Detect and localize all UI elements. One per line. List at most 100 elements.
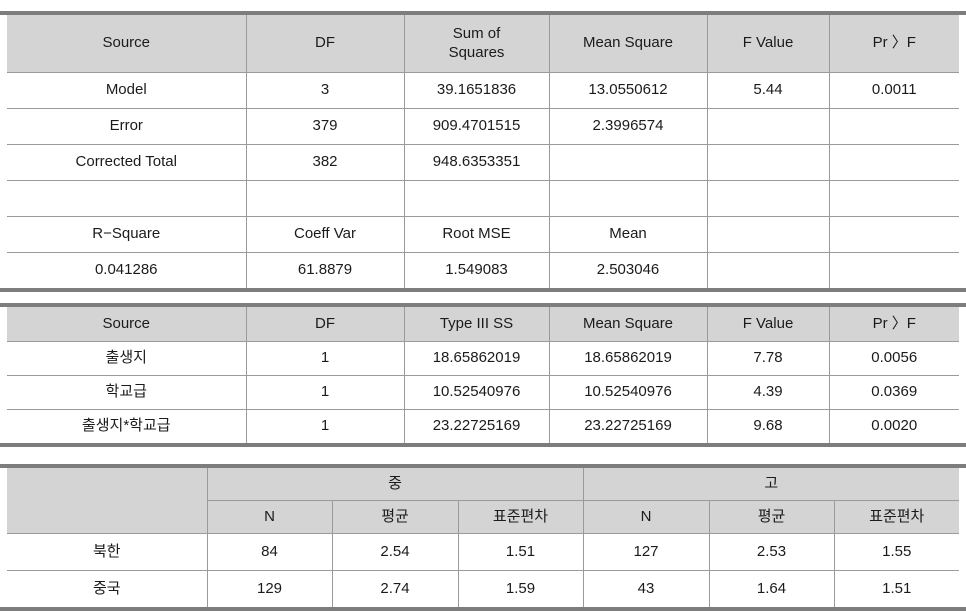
cell-df: 1 [245, 375, 405, 410]
column-header-pr-greater-f: Pr 〉F [828, 307, 959, 342]
column-header-pr-greater-f: Pr 〉F [828, 15, 959, 73]
fit-statistics-header-row: R−Square Coeff Var Root MSE Mean [7, 216, 959, 253]
cell-pr-greater-f: 0.0056 [828, 341, 959, 376]
cell-source: Error [7, 108, 247, 145]
column-header-df: DF [245, 307, 405, 342]
cell-df: 1 [245, 409, 405, 443]
cell-empty [828, 216, 959, 253]
column-header-mean-square: Mean Square [548, 307, 708, 342]
cell-r-square-label: R−Square [7, 216, 247, 253]
column-header-f-value: F Value [706, 307, 830, 342]
cell-high-sd: 1.55 [833, 533, 960, 571]
descriptives-table: 중 고 N 평균 표준편차 N 평균 표준편차 북한 84 2.54 1.51 … [7, 468, 960, 607]
table-row-spacer [7, 180, 959, 217]
cell-mean-square: 2.3996574 [548, 108, 708, 145]
cell-mean-square: 10.52540976 [548, 375, 708, 410]
column-header-sum-of-squares: Sum of Squares [403, 15, 550, 73]
column-header-f-value: F Value [706, 15, 830, 73]
cell-source: 출생지*학교급 [7, 409, 247, 443]
column-header-high-n: N [582, 500, 710, 534]
cell-df: 3 [245, 72, 405, 109]
cell-type-3-ss: 10.52540976 [403, 375, 550, 410]
cell-f-value [706, 144, 830, 181]
cell-mean-label: Mean [548, 216, 708, 253]
cell-f-value: 9.68 [706, 409, 830, 443]
cell-empty [706, 180, 830, 217]
cell-root-mse-value: 1.549083 [403, 252, 550, 288]
cell-pr-greater-f [828, 144, 959, 181]
cell-mid-n: 84 [206, 533, 333, 571]
cell-mid-sd: 1.51 [457, 533, 584, 571]
cell-coeff-var-value: 61.8879 [245, 252, 405, 288]
cell-empty [706, 252, 830, 288]
type3-effects-table: Source DF Type III SS Mean Square F Valu… [7, 307, 959, 443]
cell-mean-square: 18.65862019 [548, 341, 708, 376]
cell-pr-greater-f: 0.0011 [828, 72, 959, 109]
descriptives-table-wrapper: 중 고 N 평균 표준편차 N 평균 표준편차 북한 84 2.54 1.51 … [0, 464, 966, 611]
cell-high-sd: 1.51 [833, 570, 960, 607]
row-label-north-korea: 북한 [7, 533, 208, 571]
table-row: 북한 84 2.54 1.51 127 2.53 1.55 [7, 533, 960, 571]
column-header-source: Source [7, 15, 247, 73]
cell-high-n: 43 [582, 570, 710, 607]
cell-empty [548, 180, 708, 217]
cell-f-value: 7.78 [706, 341, 830, 376]
column-header-mean-square: Mean Square [548, 15, 708, 73]
cell-df: 379 [245, 108, 405, 145]
cell-mid-mean: 2.74 [331, 570, 459, 607]
column-header-high-mean: 평균 [708, 500, 835, 534]
cell-empty [828, 180, 959, 217]
cell-empty [403, 180, 550, 217]
cell-f-value: 5.44 [706, 72, 830, 109]
fit-statistics-value-row: 0.041286 61.8879 1.549083 2.503046 [7, 252, 959, 288]
cell-mean-value: 2.503046 [548, 252, 708, 288]
cell-mid-mean: 2.54 [331, 533, 459, 571]
cell-type-3-ss: 23.22725169 [403, 409, 550, 443]
cell-high-mean: 1.64 [708, 570, 835, 607]
cell-root-mse-label: Root MSE [403, 216, 550, 253]
cell-empty [245, 180, 405, 217]
cell-r-square-value: 0.041286 [7, 252, 247, 288]
corner-header-cell [7, 468, 208, 534]
anova-overall-table: Source DF Sum of Squares Mean Square F V… [7, 15, 959, 288]
cell-empty [828, 252, 959, 288]
cell-mean-square: 13.0550612 [548, 72, 708, 109]
cell-empty [706, 216, 830, 253]
cell-pr-greater-f: 0.0020 [828, 409, 959, 443]
cell-pr-greater-f: 0.0369 [828, 375, 959, 410]
column-header-mid-sd: 표준편차 [457, 500, 584, 534]
table-row: 출생지 1 18.65862019 18.65862019 7.78 0.005… [7, 341, 959, 376]
cell-high-n: 127 [582, 533, 710, 571]
anova-overall-table-wrapper: Source DF Sum of Squares Mean Square F V… [0, 11, 966, 292]
cell-coeff-var-label: Coeff Var [245, 216, 405, 253]
column-header-sum-of-squares-line2: Squares [448, 43, 505, 61]
cell-df: 382 [245, 144, 405, 181]
table-gap-2 [0, 447, 966, 464]
column-header-high-sd: 표준편차 [833, 500, 960, 534]
cell-mid-n: 129 [206, 570, 333, 607]
column-header-type-3-ss: Type III SS [403, 307, 550, 342]
table-row: Model 3 39.1651836 13.0550612 5.44 0.001… [7, 72, 959, 109]
group-header-high-school: 고 [582, 468, 960, 501]
cell-sum-of-squares: 909.4701515 [403, 108, 550, 145]
table-row: Corrected Total 382 948.6353351 [7, 144, 959, 181]
table-header-row: Source DF Type III SS Mean Square F Valu… [7, 307, 959, 342]
table-gap-1 [0, 292, 966, 303]
cell-source: 학교급 [7, 375, 247, 410]
table-row: 중국 129 2.74 1.59 43 1.64 1.51 [7, 570, 960, 607]
cell-mean-square [548, 144, 708, 181]
top-spacer [0, 0, 966, 11]
cell-sum-of-squares: 948.6353351 [403, 144, 550, 181]
cell-source: Corrected Total [7, 144, 247, 181]
cell-mean-square: 23.22725169 [548, 409, 708, 443]
cell-sum-of-squares: 39.1651836 [403, 72, 550, 109]
table-header-row: Source DF Sum of Squares Mean Square F V… [7, 15, 959, 73]
cell-source: 출생지 [7, 341, 247, 376]
column-header-mid-n: N [207, 500, 333, 534]
column-header-sum-of-squares-line1: Sum of [452, 24, 501, 42]
table-row: 출생지*학교급 1 23.22725169 23.22725169 9.68 0… [7, 409, 959, 443]
cell-f-value: 4.39 [706, 375, 830, 410]
cell-mid-sd: 1.59 [457, 570, 584, 607]
cell-high-mean: 2.53 [708, 533, 835, 571]
row-label-china: 중국 [7, 570, 208, 607]
